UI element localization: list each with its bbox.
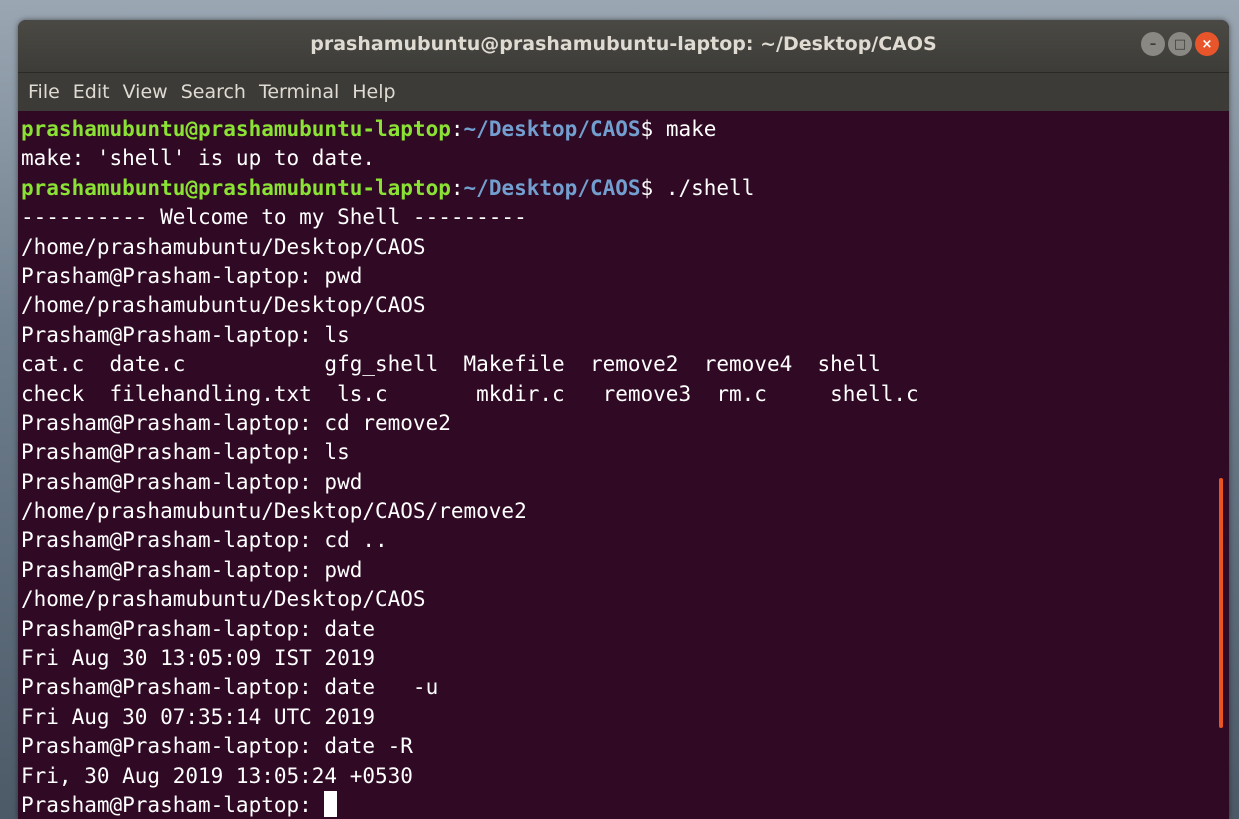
output-text: make: 'shell' is up to date. — [21, 146, 376, 171]
terminal-line: Prasham@Prasham-laptop: ls — [21, 321, 1229, 350]
terminal-line: /home/prashamubuntu/Desktop/CAOS — [21, 585, 1229, 614]
prompt-path: ~/Desktop/CAOS — [463, 117, 641, 141]
terminal-line: prashamubuntu@prashamubuntu-laptop:~/Des… — [21, 174, 1229, 203]
output-text: Prasham@Prasham-laptop: pwd — [21, 469, 363, 494]
close-button[interactable]: × — [1195, 32, 1219, 56]
terminal-line: make: 'shell' is up to date. — [21, 144, 1229, 173]
terminal-line: check filehandling.txt ls.c mkdir.c remo… — [21, 380, 1229, 409]
output-text: Fri Aug 30 13:05:09 IST 2019 — [21, 646, 376, 671]
shell-prompt: Prasham@Prasham-laptop: — [21, 792, 325, 817]
terminal-window[interactable]: prashamubuntu@prashamubuntu-laptop: ~/De… — [18, 20, 1229, 819]
title-bar[interactable]: prashamubuntu@prashamubuntu-laptop: ~/De… — [18, 20, 1229, 73]
output-text: /home/prashamubuntu/Desktop/CAOS/remove2 — [21, 499, 527, 524]
maximize-button[interactable]: □ — [1168, 32, 1192, 56]
terminal-line: Prasham@Prasham-laptop: pwd — [21, 468, 1229, 497]
terminal-output[interactable]: prashamubuntu@prashamubuntu-laptop:~/Des… — [18, 111, 1229, 819]
output-text: cat.c date.c gfg_shell Makefile remove2 … — [21, 352, 881, 377]
output-text: ---------- Welcome to my Shell --------- — [21, 205, 527, 230]
terminal-line: Fri, 30 Aug 2019 13:05:24 +0530 — [21, 762, 1229, 791]
terminal-line: /home/prashamubuntu/Desktop/CAOS — [21, 291, 1229, 320]
output-text: Prasham@Prasham-laptop: ls — [21, 322, 350, 347]
menu-terminal[interactable]: Terminal — [259, 81, 339, 103]
terminal-line: Prasham@Prasham-laptop: ls — [21, 438, 1229, 467]
minimize-button[interactable]: – — [1141, 32, 1165, 56]
terminal-line: ---------- Welcome to my Shell --------- — [21, 203, 1229, 232]
terminal-line: Prasham@Prasham-laptop: date -u — [21, 673, 1229, 702]
prompt-path: ~/Desktop/CAOS — [463, 175, 641, 200]
output-text: /home/prashamubuntu/Desktop/CAOS — [21, 293, 426, 318]
menu-edit[interactable]: Edit — [73, 81, 110, 103]
terminal-line: Prasham@Prasham-laptop: — [21, 790, 1229, 819]
prompt-command: make — [665, 117, 717, 141]
scrollbar[interactable] — [1219, 478, 1223, 728]
output-text: Prasham@Prasham-laptop: cd remove2 — [21, 410, 451, 435]
output-text: Prasham@Prasham-laptop: cd .. — [21, 528, 388, 553]
terminal-line: Prasham@Prasham-laptop: pwd — [21, 262, 1229, 291]
output-text: /home/prashamubuntu/Desktop/CAOS — [21, 587, 426, 612]
window-title: prashamubuntu@prashamubuntu-laptop: ~/De… — [310, 33, 937, 55]
output-text: Fri Aug 30 07:35:14 UTC 2019 — [21, 704, 376, 729]
prompt-colon: : — [450, 117, 464, 141]
prompt-dollar: $ — [640, 175, 666, 200]
terminal-line: Fri Aug 30 07:35:14 UTC 2019 — [21, 703, 1229, 732]
output-text: Prasham@Prasham-laptop: pwd — [21, 263, 363, 288]
output-text: check filehandling.txt ls.c mkdir.c remo… — [21, 381, 919, 406]
terminal-line: cat.c date.c gfg_shell Makefile remove2 … — [21, 350, 1229, 379]
output-text: Prasham@Prasham-laptop: pwd — [21, 557, 363, 582]
prompt-user-host: prashamubuntu@prashamubuntu-laptop — [21, 117, 451, 141]
terminal-line: prashamubuntu@prashamubuntu-laptop:~/Des… — [21, 115, 1229, 144]
window-controls: – □ × — [1141, 32, 1219, 56]
prompt-dollar: $ — [640, 117, 666, 141]
output-text: Prasham@Prasham-laptop: date -R — [21, 734, 413, 759]
terminal-line: Prasham@Prasham-laptop: pwd — [21, 556, 1229, 585]
menu-search[interactable]: Search — [181, 81, 246, 103]
terminal-line: /home/prashamubuntu/Desktop/CAOS/remove2 — [21, 497, 1229, 526]
terminal-line: Prasham@Prasham-laptop: cd .. — [21, 526, 1229, 555]
terminal-line: Prasham@Prasham-laptop: date -R — [21, 732, 1229, 761]
prompt-colon: : — [450, 175, 464, 200]
terminal-line: Prasham@Prasham-laptop: cd remove2 — [21, 409, 1229, 438]
menu-file[interactable]: File — [28, 81, 60, 103]
menu-help[interactable]: Help — [352, 81, 395, 103]
terminal-line: Fri Aug 30 13:05:09 IST 2019 — [21, 644, 1229, 673]
terminal-line: Prasham@Prasham-laptop: date — [21, 615, 1229, 644]
output-text: Prasham@Prasham-laptop: ls — [21, 440, 350, 465]
text-cursor[interactable] — [324, 790, 338, 817]
output-text: Prasham@Prasham-laptop: date -u — [21, 675, 439, 700]
prompt-command: ./shell — [665, 175, 755, 200]
output-text: Fri, 30 Aug 2019 13:05:24 +0530 — [21, 763, 413, 788]
menu-view[interactable]: View — [123, 81, 168, 103]
terminal-line: /home/prashamubuntu/Desktop/CAOS — [21, 233, 1229, 262]
output-text: Prasham@Prasham-laptop: date — [21, 616, 376, 641]
prompt-user-host: prashamubuntu@prashamubuntu-laptop — [21, 175, 451, 200]
menu-bar: File Edit View Search Terminal Help — [18, 73, 1229, 111]
output-text: /home/prashamubuntu/Desktop/CAOS — [21, 234, 426, 259]
